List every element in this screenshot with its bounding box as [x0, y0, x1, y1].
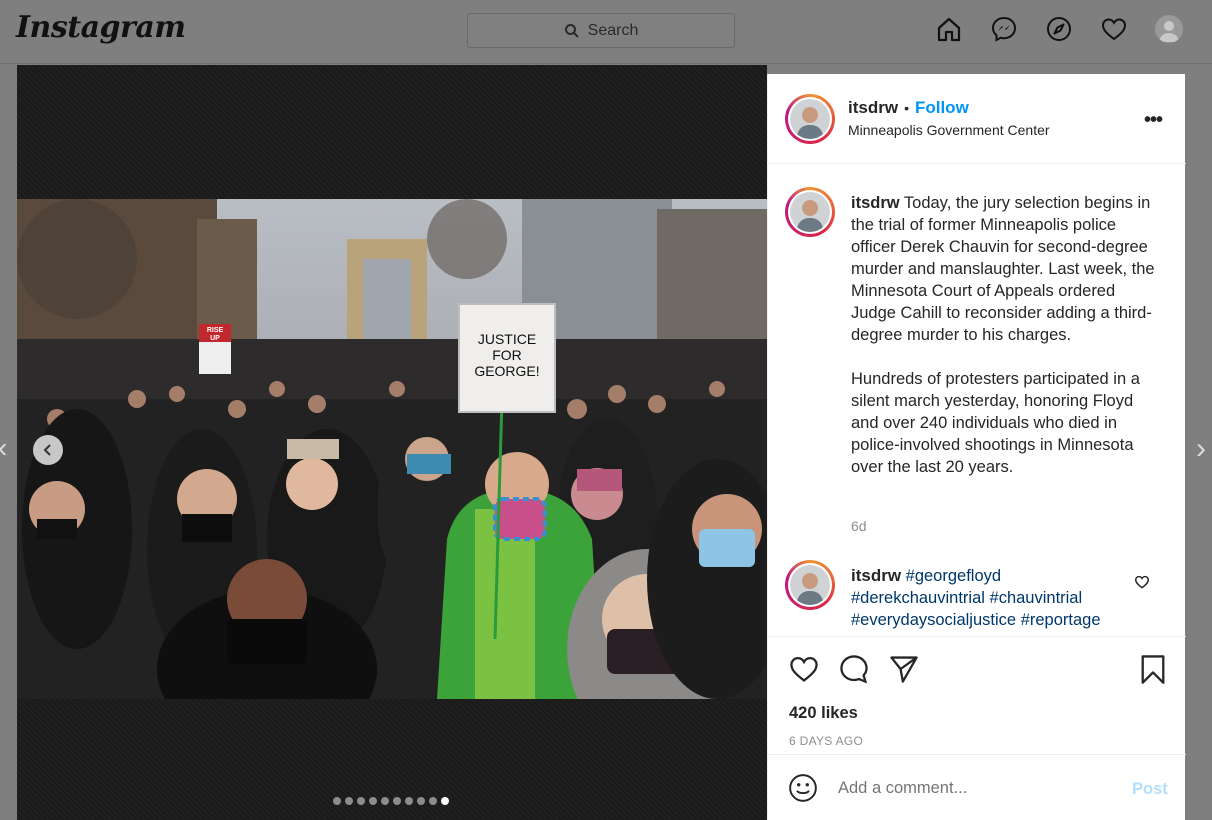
- post-date[interactable]: 6 DAYS AGO: [789, 734, 863, 748]
- hashtag-link[interactable]: #georgefloyd: [906, 567, 1001, 585]
- explore-icon[interactable]: [1044, 14, 1074, 44]
- post-actions: 420 likes 6 DAYS AGO: [768, 636, 1186, 756]
- author-username[interactable]: itsdrw: [848, 98, 898, 118]
- hashtag-link[interactable]: #chauvintrial: [990, 589, 1083, 607]
- profile-avatar[interactable]: [1154, 14, 1184, 44]
- hashtag-link[interactable]: #derekchauvintrial: [851, 589, 985, 607]
- chevron-left-icon: [43, 444, 51, 456]
- search-placeholder: Search: [587, 21, 639, 39]
- like-comment-heart-icon[interactable]: [1134, 574, 1150, 595]
- like-count[interactable]: 420 likes: [789, 704, 858, 723]
- search-icon: [564, 23, 579, 38]
- post-caption: itsdrw Today, the jury selection begins …: [851, 192, 1156, 478]
- top-navigation-bar: Instagram Search: [0, 0, 1212, 64]
- post-photo[interactable]: JUSTICE FOR GEORGE! RISE UP: [17, 199, 767, 699]
- hashtag-comment: itsdrw #georgefloyd #derekchauvintrial #…: [851, 565, 1136, 631]
- comment-author-avatar[interactable]: [785, 560, 835, 610]
- previous-post-arrow-icon[interactable]: ‹: [0, 432, 7, 464]
- post-media-carousel[interactable]: JUSTICE FOR GEORGE! RISE UP: [17, 65, 767, 820]
- carousel-dot: [417, 797, 425, 805]
- more-options-icon[interactable]: •••: [1144, 109, 1163, 132]
- carousel-dot: [429, 797, 437, 805]
- comment-bubble-icon[interactable]: [838, 653, 870, 690]
- emoji-smile-icon[interactable]: [788, 773, 818, 808]
- instagram-logo[interactable]: Instagram: [16, 10, 186, 45]
- carousel-dot-active: [441, 797, 449, 805]
- sign-line-2: FOR: [492, 347, 522, 363]
- search-box[interactable]: Search: [467, 13, 735, 48]
- like-heart-icon[interactable]: [788, 653, 820, 690]
- carousel-dot: [357, 797, 365, 805]
- save-bookmark-icon[interactable]: [1138, 653, 1168, 690]
- carousel-dot: [369, 797, 377, 805]
- separator-dot: •: [904, 100, 909, 116]
- add-comment-bar: Post: [768, 754, 1186, 820]
- carousel-dot: [405, 797, 413, 805]
- home-icon[interactable]: [934, 14, 964, 44]
- caption-text-1: Today, the jury selection begins in the …: [851, 194, 1155, 344]
- post-location[interactable]: Minneapolis Government Center: [848, 122, 1050, 138]
- caption-timestamp[interactable]: 6d: [851, 518, 867, 534]
- comment-username[interactable]: itsdrw: [851, 566, 901, 585]
- next-post-arrow-icon[interactable]: ›: [1196, 432, 1206, 466]
- post-header: itsdrw • Follow Minneapolis Government C…: [768, 74, 1186, 164]
- comment-input[interactable]: [838, 779, 1108, 798]
- caption-username[interactable]: itsdrw: [851, 194, 900, 212]
- messenger-icon[interactable]: [989, 14, 1019, 44]
- sign-line-1: JUSTICE: [478, 331, 536, 347]
- left-sign-line-1: RISE: [207, 327, 224, 334]
- author-avatar[interactable]: [785, 94, 835, 144]
- sign-line-3: GEORGE!: [474, 363, 539, 379]
- carousel-indicator: [333, 797, 449, 805]
- carousel-dot: [381, 797, 389, 805]
- carousel-dot: [333, 797, 341, 805]
- carousel-dot: [393, 797, 401, 805]
- carousel-previous-button[interactable]: [33, 435, 63, 465]
- follow-button[interactable]: Follow: [915, 98, 969, 118]
- hashtag-link[interactable]: #everydaysocialjustice: [851, 611, 1016, 629]
- left-sign-line-2: UP: [210, 335, 220, 342]
- post-details-panel: itsdrw • Follow Minneapolis Government C…: [767, 74, 1186, 820]
- carousel-dot: [345, 797, 353, 805]
- caption-text-2: Hundreds of protesters participated in a…: [851, 370, 1140, 476]
- share-paper-plane-icon[interactable]: [888, 653, 920, 690]
- hashtag-link[interactable]: #reportage: [1021, 611, 1101, 629]
- caption-author-avatar[interactable]: [785, 187, 835, 237]
- activity-heart-icon[interactable]: [1099, 14, 1129, 44]
- post-comment-button[interactable]: Post: [1132, 780, 1168, 799]
